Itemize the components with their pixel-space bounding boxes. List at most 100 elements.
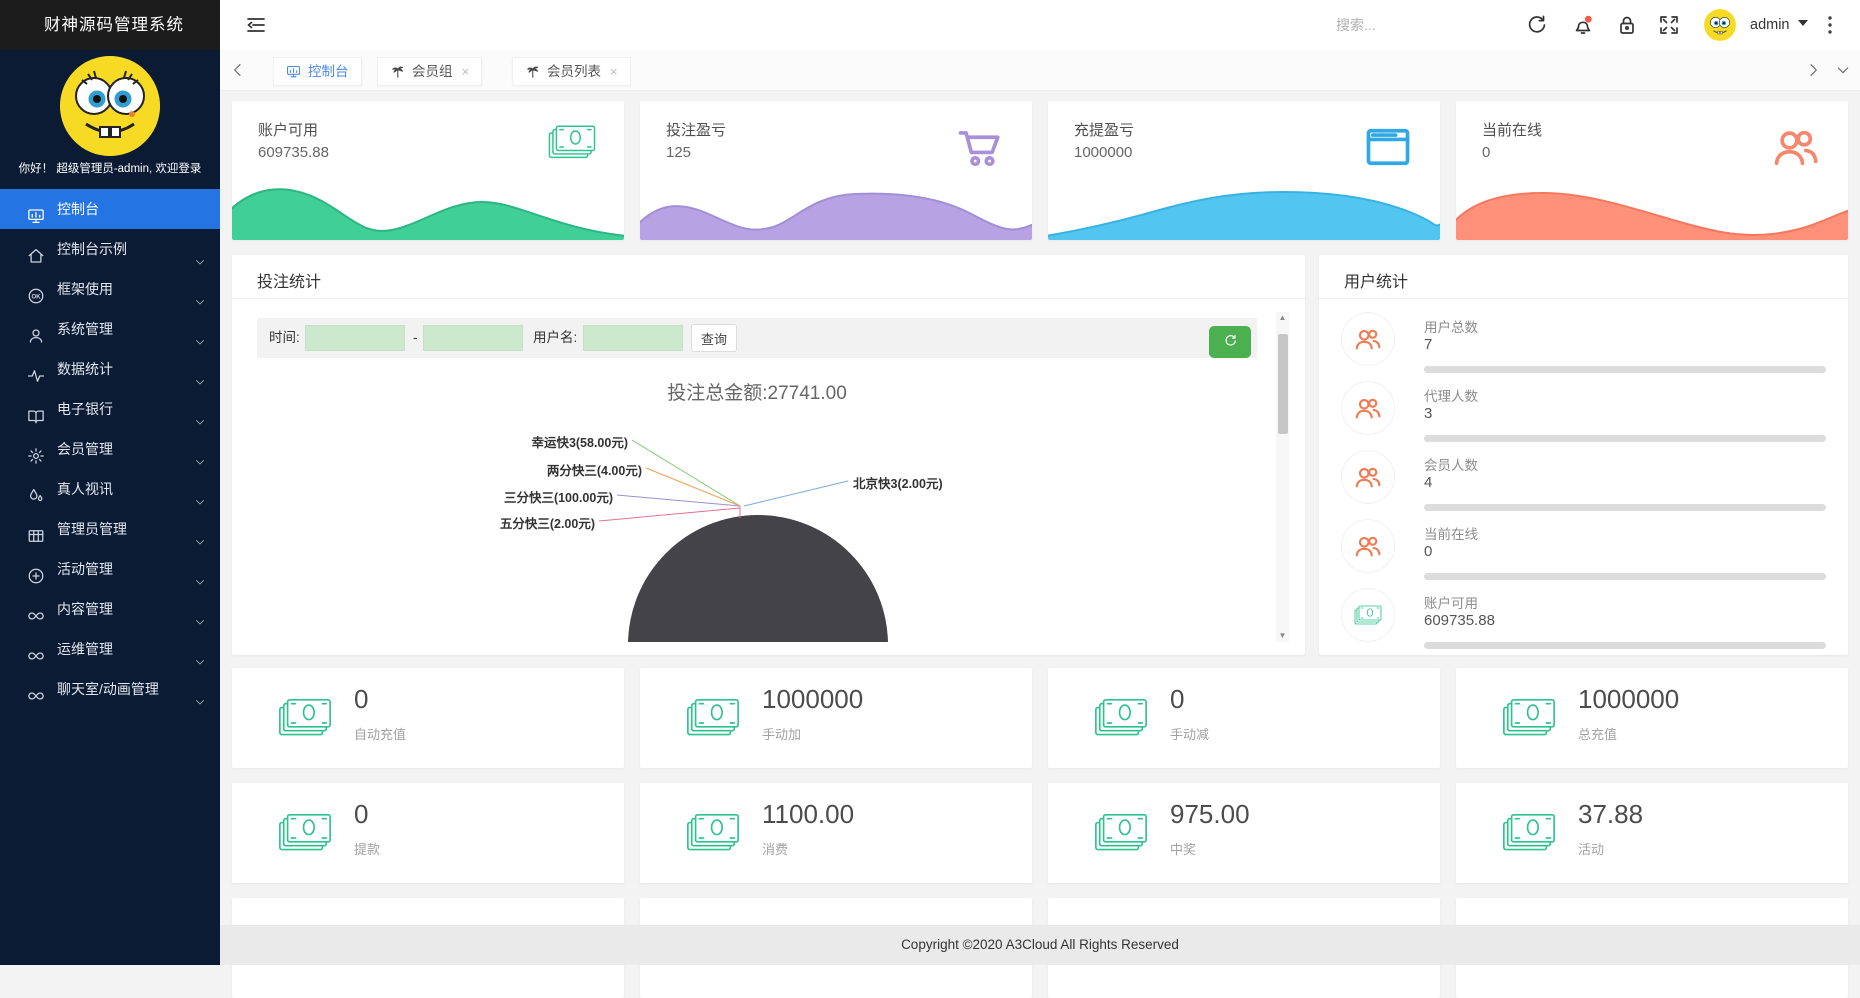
sidebar-item-ebank[interactable]: 电子银行 xyxy=(0,389,220,429)
money-icon xyxy=(1500,694,1558,742)
user-avatar[interactable] xyxy=(1704,9,1736,41)
sidebar-item-ops[interactable]: 运维管理 xyxy=(0,629,220,669)
chevron-down-icon xyxy=(194,483,206,495)
divider xyxy=(1319,298,1848,299)
stat-card-online: 当前在线 0 xyxy=(1456,101,1848,240)
wave-sparkline xyxy=(1456,180,1848,240)
more-kebab-icon[interactable] xyxy=(1818,13,1842,37)
money-icon xyxy=(1341,588,1395,642)
bottom-card: 0 手动减 xyxy=(1048,668,1440,768)
sidebar-item-dashboard[interactable]: 控制台 xyxy=(0,189,220,229)
wave-sparkline xyxy=(640,180,1032,240)
chevron-down-icon xyxy=(194,683,206,695)
sidebar-item-statistics[interactable]: 数据统计 xyxy=(0,349,220,389)
sidebar-item-framework[interactable]: OK 框架使用 xyxy=(0,269,220,309)
sidebar-item-live-video[interactable]: 真人视讯 xyxy=(0,469,220,509)
sidebar-item-activities[interactable]: 活动管理 xyxy=(0,549,220,589)
money-icon xyxy=(1092,809,1150,857)
user-stat-row: 当前在线 0 xyxy=(1319,517,1848,579)
bet-filter-form: 时间: - 用户名: 查询 xyxy=(257,318,1257,358)
droplet-icon xyxy=(27,480,45,498)
stat-value: 0 xyxy=(1482,144,1490,161)
sidebar-item-admins[interactable]: 管理员管理 xyxy=(0,509,220,549)
tabs-scroll-left-icon[interactable] xyxy=(230,62,246,78)
scroll-up-icon[interactable]: ▲ xyxy=(1276,312,1289,324)
chevron-down-icon xyxy=(194,563,206,575)
sidebar-item-members[interactable]: 会员管理 xyxy=(0,429,220,469)
close-tab-icon[interactable]: × xyxy=(462,58,470,85)
money-icon xyxy=(684,694,742,742)
tabs-dropdown-icon[interactable] xyxy=(1835,62,1851,78)
infinity-icon xyxy=(27,640,45,658)
bet-pie-chart: 投注总金额:27741.00 幸运快3(58.00元) 两分快三(4.00元) … xyxy=(257,358,1257,642)
window-icon xyxy=(1362,121,1414,173)
collapse-sidebar-icon[interactable] xyxy=(244,13,268,37)
refresh-chart-button[interactable] xyxy=(1209,326,1251,358)
home-icon xyxy=(27,240,45,258)
pie-label: 五分快三(2.00元) xyxy=(500,513,595,532)
welcome-text: 你好！ 超级管理员-admin, 欢迎登录 xyxy=(0,160,220,176)
time-start-input[interactable] xyxy=(305,325,405,351)
money-icon xyxy=(276,809,334,857)
range-separator: - xyxy=(413,318,418,358)
time-label: 时间: xyxy=(269,318,300,358)
sidebar-item-system[interactable]: 系统管理 xyxy=(0,309,220,349)
scroll-down-icon[interactable]: ▼ xyxy=(1276,630,1289,642)
plus-circle-icon xyxy=(27,560,45,578)
refresh-icon[interactable] xyxy=(1524,13,1548,37)
tab-dashboard[interactable]: 控制台 xyxy=(273,57,362,86)
svg-text:OK: OK xyxy=(32,294,42,300)
stat-value: 1000000 xyxy=(1074,144,1132,161)
stat-cards-row: 账户可用 609735.88 投注盈亏 125 充提盈亏 1000000 xyxy=(232,101,1848,240)
tabs-scroll-right-icon[interactable] xyxy=(1805,62,1821,78)
dashboard-icon xyxy=(27,200,45,218)
users-icon xyxy=(1341,450,1395,504)
pie-label: 北京快3(2.00元) xyxy=(853,473,943,492)
tab-member-list[interactable]: 会员列表× xyxy=(512,57,631,86)
panel-scrollbar[interactable]: ▲ ▼ xyxy=(1276,312,1289,642)
lock-icon[interactable] xyxy=(1615,13,1639,37)
close-tab-icon[interactable]: × xyxy=(610,58,618,85)
sidebar-item-chatroom[interactable]: 聊天室/动画管理 xyxy=(0,669,220,709)
search-input[interactable] xyxy=(1290,10,1500,40)
user-menu[interactable]: admin xyxy=(1750,0,1808,50)
wave-sparkline xyxy=(232,180,624,240)
username-label: 用户名: xyxy=(533,318,577,358)
panel-title: 用户统计 xyxy=(1344,268,1408,292)
sidebar-item-content[interactable]: 内容管理 xyxy=(0,589,220,629)
progress-bar xyxy=(1424,435,1826,442)
user-stat-row: 用户总数 7 xyxy=(1319,310,1848,372)
tab-member-group[interactable]: 会员组× xyxy=(377,57,482,86)
stat-value: 125 xyxy=(666,144,691,161)
profile-avatar[interactable] xyxy=(60,56,160,156)
progress-bar xyxy=(1424,573,1826,580)
chevron-down-icon xyxy=(194,523,206,535)
scrollbar-thumb[interactable] xyxy=(1278,334,1288,434)
chevron-down-icon xyxy=(194,403,206,415)
username-input[interactable] xyxy=(583,325,683,351)
stat-card-deposit-pnl: 充提盈亏 1000000 xyxy=(1048,101,1440,240)
bottom-card: 0 提款 xyxy=(232,783,624,883)
bottom-card: 1000000 总充值 xyxy=(1456,668,1848,768)
users-icon xyxy=(1341,381,1395,435)
copyright-text: Copyright ©2020 A3Cloud All Rights Reser… xyxy=(901,937,1179,952)
money-icon xyxy=(684,809,742,857)
main-content: 控制台 会员组× 会员列表× 账户可用 609735.88 投注盈亏 125 xyxy=(220,50,1860,965)
users-icon xyxy=(1341,312,1395,366)
user-stat-row: 会员人数 4 xyxy=(1319,448,1848,510)
notifications-bell-icon[interactable] xyxy=(1571,13,1595,37)
stat-title: 账户可用 xyxy=(258,119,318,140)
tab-bar: 控制台 会员组× 会员列表× xyxy=(220,50,1860,91)
sidebar-item-dashboard-demo[interactable]: 控制台示例 xyxy=(0,229,220,269)
query-button[interactable]: 查询 xyxy=(691,324,737,352)
ok-circle-icon: OK xyxy=(27,280,45,298)
stat-card-balance: 账户可用 609735.88 xyxy=(232,101,624,240)
cart-icon xyxy=(954,121,1006,173)
time-end-input[interactable] xyxy=(423,325,523,351)
monitor-icon xyxy=(286,61,301,76)
progress-bar xyxy=(1424,504,1826,511)
chevron-down-icon xyxy=(194,363,206,375)
pie-label: 两分快三(4.00元) xyxy=(547,460,642,479)
money-icon xyxy=(1500,809,1558,857)
fullscreen-icon[interactable] xyxy=(1657,13,1681,37)
